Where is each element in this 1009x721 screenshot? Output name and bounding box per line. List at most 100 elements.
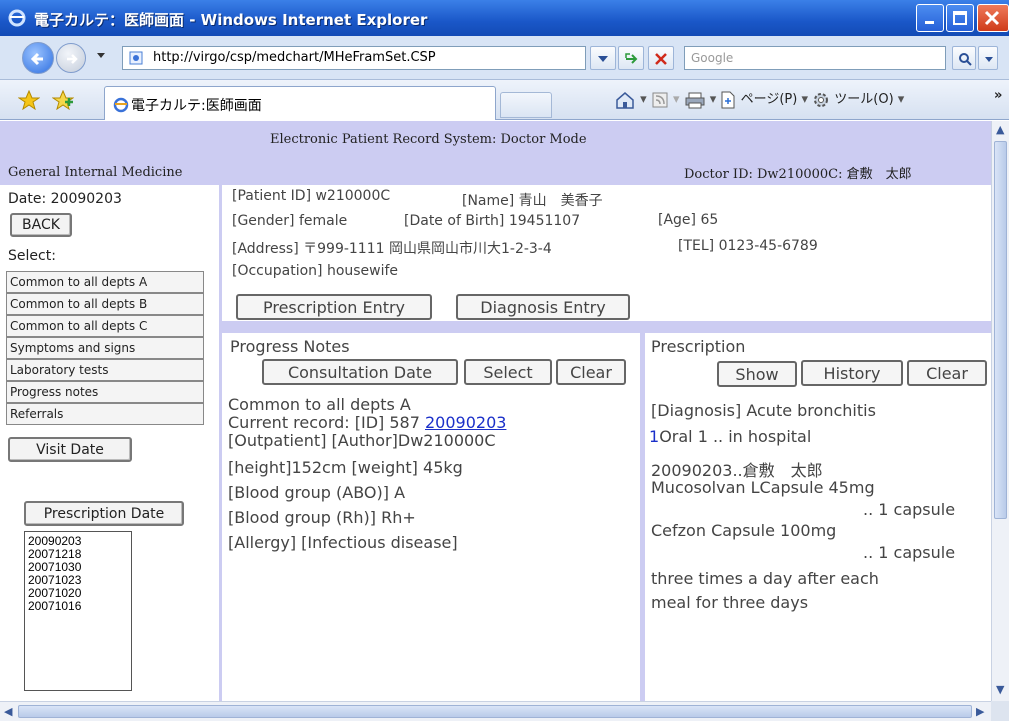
progress-notes-panel: Progress Notes Consultation Date Select … <box>222 333 640 701</box>
refresh-button[interactable] <box>618 46 644 70</box>
vertical-scroll-thumb[interactable] <box>994 141 1007 519</box>
page-content: Electronic Patient Record System: Doctor… <box>0 121 991 701</box>
search-placeholder: Google <box>691 51 734 65</box>
select-label: Select: <box>8 248 56 264</box>
add-favorite-icon[interactable] <box>52 90 74 110</box>
patient-gender: [Gender] female <box>232 213 348 229</box>
maximize-icon <box>953 11 967 25</box>
notes-clear-button[interactable]: Clear <box>556 359 626 385</box>
tools-gear-icon[interactable] <box>812 91 830 109</box>
search-options-button[interactable] <box>978 46 998 70</box>
prescription-date-list[interactable]: 20090203 20071218 20071030 20071023 2007… <box>24 531 132 691</box>
patient-address: [Address] 〒999-1111 岡山県岡山市川大1-2-3-4 <box>232 241 552 257</box>
back-page-button[interactable]: BACK <box>10 213 72 237</box>
progress-notes-title: Progress Notes <box>230 337 350 356</box>
tab-bar: 電子カルテ:医師画面 ▾ ▾ ▾ ページ(P) ▾ ツール(O) ▾ » <box>0 80 1009 120</box>
date-list-item[interactable]: 20071016 <box>28 600 131 613</box>
system-title: Electronic Patient Record System: Doctor… <box>270 132 587 147</box>
notes-blood-rh: [Blood group (Rh)] Rh+ <box>228 508 416 527</box>
maximize-button[interactable] <box>946 4 974 32</box>
chevron-down-icon <box>985 57 993 62</box>
dept-item-referrals[interactable]: Referrals <box>6 403 204 425</box>
scroll-up-icon[interactable]: ▲ <box>996 123 1004 136</box>
more-commands-chevron[interactable]: » <box>994 88 1002 103</box>
page-icon <box>129 51 143 65</box>
address-toolbar: http://virgo/csp/medchart/MHeFramSet.CSP… <box>0 36 1009 80</box>
search-input[interactable]: Google <box>684 46 946 70</box>
window-titlebar: 電子カルテ：医師画面 - Windows Internet Explorer <box>0 0 1009 36</box>
page-menu-label[interactable]: ページ(P) <box>741 92 798 107</box>
rx-diagnosis: [Diagnosis] Acute bronchitis <box>651 401 876 420</box>
feeds-icon[interactable] <box>651 91 669 109</box>
scroll-down-icon[interactable]: ▼ <box>996 683 1004 696</box>
tab-label: 電子カルテ:医師画面 <box>131 98 262 114</box>
rx-instructions-2: meal for three days <box>651 593 809 612</box>
page-icon <box>113 97 129 113</box>
stop-button[interactable] <box>648 46 674 70</box>
search-icon <box>959 53 972 66</box>
dept-list: Common to all depts A Common to all dept… <box>6 271 204 425</box>
patient-occupation: [Occupation] housewife <box>232 263 399 279</box>
scroll-right-icon[interactable]: ▶ <box>976 705 984 718</box>
dept-item-progress-notes[interactable]: Progress notes <box>6 381 204 403</box>
prescription-date-button[interactable]: Prescription Date <box>24 501 184 526</box>
command-bar: ▾ ▾ ▾ ページ(P) ▾ ツール(O) ▾ <box>614 88 904 110</box>
dept-item-common-c[interactable]: Common to all depts C <box>6 315 204 337</box>
tools-menu-label[interactable]: ツール(O) <box>834 92 893 107</box>
notes-current-record: Current record: [ID] 587 20090203 <box>228 413 506 432</box>
prescription-title: Prescription <box>651 337 746 356</box>
new-tab-button[interactable] <box>500 92 552 118</box>
rx-show-button[interactable]: Show <box>717 361 797 387</box>
dept-item-common-b[interactable]: Common to all depts B <box>6 293 204 315</box>
diagnosis-entry-button[interactable]: Diagnosis Entry <box>456 294 630 320</box>
address-dropdown-button[interactable] <box>590 46 616 70</box>
home-icon[interactable] <box>614 90 636 110</box>
address-url: http://virgo/csp/medchart/MHeFramSet.CSP <box>153 50 436 65</box>
history-dropdown-icon[interactable] <box>96 52 106 60</box>
scroll-left-icon[interactable]: ◀ <box>4 705 12 718</box>
close-button[interactable] <box>977 4 1009 32</box>
left-panel: Date: 20090203 BACK Select: Common to al… <box>0 185 219 701</box>
favorites-star-icon[interactable] <box>18 90 40 110</box>
rx-drug1: Mucosolvan LCapsule 45mg <box>651 478 875 497</box>
prescription-panel: Prescription Show History Clear [Diagnos… <box>645 333 991 701</box>
patient-age: [Age] 65 <box>658 212 719 228</box>
notes-dept: Common to all depts A <box>228 395 411 414</box>
forward-arrow-icon <box>67 54 78 64</box>
window-title: 電子カルテ：医師画面 - Windows Internet Explorer <box>34 11 428 29</box>
search-button[interactable] <box>952 46 976 70</box>
back-button[interactable] <box>22 42 54 74</box>
date-label: Date: 20090203 <box>8 191 122 207</box>
patient-dob: [Date of Birth] 19451107 <box>404 213 581 229</box>
rx-history-button[interactable]: History <box>801 360 903 386</box>
rx-clear-button[interactable]: Clear <box>907 360 987 386</box>
print-icon[interactable] <box>684 91 706 109</box>
stop-icon <box>655 53 667 65</box>
visit-date-button[interactable]: Visit Date <box>8 437 132 462</box>
horizontal-scrollbar[interactable]: ◀ ▶ <box>0 701 991 721</box>
notes-record-prefix: Current record: [ID] 587 <box>228 413 425 432</box>
close-icon <box>984 10 1000 26</box>
record-date-link[interactable]: 20090203 <box>425 413 506 432</box>
dept-item-common-a[interactable]: Common to all depts A <box>6 271 204 293</box>
scrollbar-corner <box>991 701 1009 721</box>
rx-drug2-qty: .. 1 capsule <box>863 543 956 562</box>
prescription-entry-button[interactable]: Prescription Entry <box>236 294 432 320</box>
dept-item-laboratory[interactable]: Laboratory tests <box>6 359 204 381</box>
minimize-button[interactable] <box>916 4 944 32</box>
rx-drug1-qty: .. 1 capsule <box>863 500 956 519</box>
vertical-scrollbar[interactable]: ▲ ▼ <box>991 121 1009 701</box>
rx-drug2: Cefzon Capsule 100mg <box>651 521 837 540</box>
department-label: General Internal Medicine <box>8 165 183 180</box>
dept-item-symptoms[interactable]: Symptoms and signs <box>6 337 204 359</box>
consultation-date-button[interactable]: Consultation Date <box>262 359 458 385</box>
notes-select-button[interactable]: Select <box>464 359 552 385</box>
page-menu-icon[interactable] <box>720 91 736 109</box>
doctor-id-label: Doctor ID: Dw210000C: 倉敷 太郎 <box>684 167 912 182</box>
patient-info-panel: [Patient ID] w210000C [Name] 青山 美香子 [Gen… <box>222 185 991 321</box>
forward-button[interactable] <box>56 43 86 73</box>
tab-active[interactable]: 電子カルテ:医師画面 <box>104 86 496 120</box>
ie-logo-icon <box>8 9 26 27</box>
horizontal-scroll-thumb[interactable] <box>18 705 972 718</box>
address-input[interactable]: http://virgo/csp/medchart/MHeFramSet.CSP <box>122 46 586 70</box>
